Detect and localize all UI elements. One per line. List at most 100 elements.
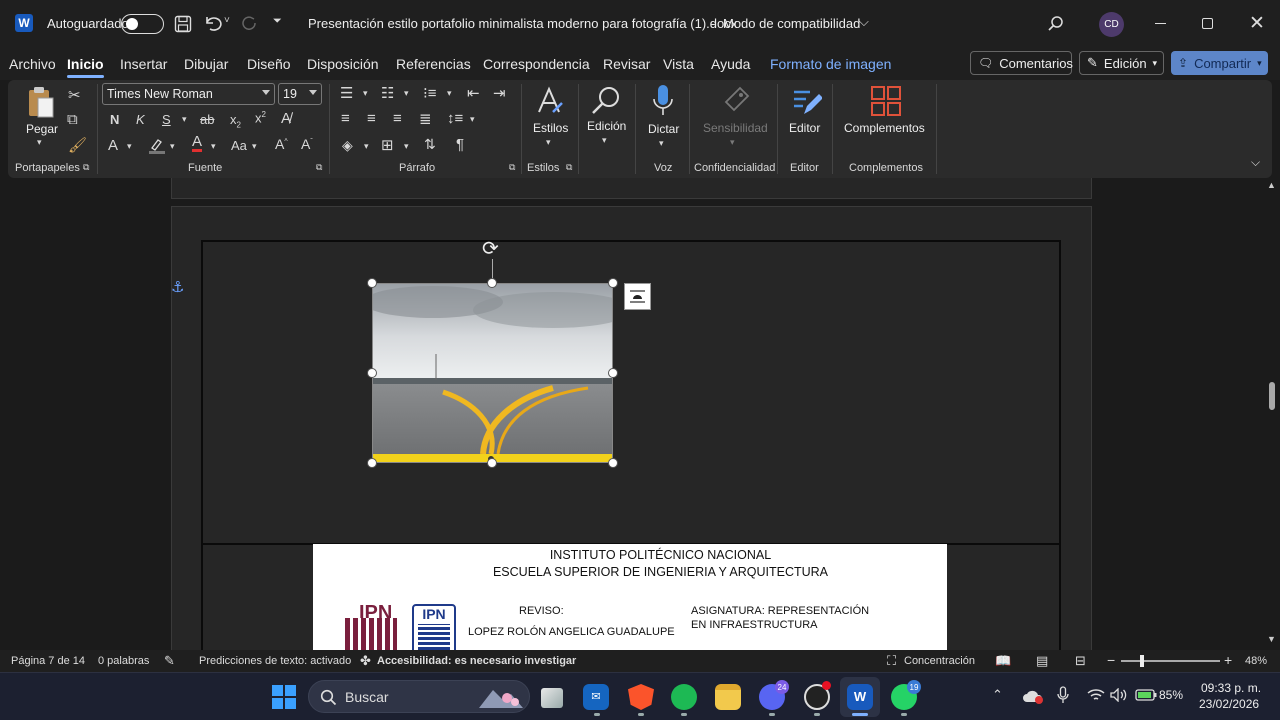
rotate-icon[interactable]: ⟳: [482, 236, 499, 261]
taskbar-search[interactable]: Buscar: [308, 680, 530, 713]
borders-icon[interactable]: ⊞: [381, 136, 394, 154]
zoom-out-icon[interactable]: −: [1107, 652, 1115, 668]
tab-archivo[interactable]: Archivo: [9, 56, 56, 72]
line-spacing-icon[interactable]: ↕≡: [447, 110, 463, 127]
outlook-calendar-icon[interactable]: ✉: [583, 684, 609, 710]
tab-dibujar[interactable]: Dibujar: [184, 56, 228, 72]
tab-formato-de-imagen[interactable]: Formato de imagen: [770, 56, 891, 72]
zoom-slider-thumb[interactable]: [1140, 655, 1144, 667]
zoom-in-icon[interactable]: +: [1224, 652, 1232, 668]
paragraph-launcher-icon[interactable]: ⧉: [509, 162, 515, 173]
resize-handle-sw[interactable]: [367, 458, 377, 468]
font-launcher-icon[interactable]: ⧉: [316, 162, 322, 173]
page-count[interactable]: Página 7 de 14: [11, 655, 85, 667]
title-chevron-down-icon[interactable]: ⌵: [859, 14, 869, 30]
task-view-icon[interactable]: [541, 688, 563, 708]
zoom-slider[interactable]: [1121, 655, 1220, 667]
save-icon[interactable]: [174, 15, 192, 33]
format-painter-icon[interactable]: 🖌: [68, 136, 87, 154]
tab-correspondencia[interactable]: Correspondencia: [483, 56, 590, 72]
resize-handle-se[interactable]: [608, 458, 618, 468]
restore-icon[interactable]: [1202, 18, 1213, 29]
layout-options-button[interactable]: [624, 283, 651, 310]
highlight-chevron-icon[interactable]: ▾: [170, 141, 175, 152]
onedrive-icon[interactable]: [1022, 688, 1044, 704]
resize-handle-s[interactable]: [487, 458, 497, 468]
paste-label[interactable]: Pegar: [26, 122, 58, 136]
shrink-font-icon[interactable]: Aˇ: [301, 136, 313, 152]
close-icon[interactable]: ✕: [1249, 12, 1265, 35]
numbering-chevron-icon[interactable]: ▾: [404, 88, 409, 99]
word-logo-icon[interactable]: W: [15, 14, 33, 32]
tab-inicio[interactable]: Inicio: [67, 56, 104, 78]
collapse-ribbon-icon[interactable]: ⌵: [1251, 155, 1260, 170]
editing-chevron-icon[interactable]: ▾: [602, 135, 607, 146]
increase-indent-icon[interactable]: ⇥: [493, 84, 506, 102]
clipboard-launcher-icon[interactable]: ⧉: [83, 162, 89, 173]
accessibility-icon[interactable]: ✤: [360, 653, 371, 669]
compatibility-mode[interactable]: Modo de compatibilidad: [723, 16, 860, 31]
bullets-icon[interactable]: ☰: [340, 84, 353, 102]
sort-icon[interactable]: ⇅: [424, 136, 436, 153]
show-hidden-icons-icon[interactable]: ⌃: [992, 687, 1003, 703]
font-color-icon[interactable]: A: [192, 134, 203, 152]
undo-icon[interactable]: [203, 14, 223, 32]
borders-chevron-icon[interactable]: ▾: [404, 141, 409, 152]
volume-icon[interactable]: [1110, 688, 1128, 702]
highlight-color-icon[interactable]: [148, 137, 166, 155]
find-icon[interactable]: [590, 84, 622, 116]
addins-icon[interactable]: [871, 86, 901, 116]
font-size-caret-icon[interactable]: [309, 90, 317, 95]
font-name-combobox[interactable]: Times New Roman: [102, 83, 275, 105]
autosave-toggle[interactable]: [121, 14, 164, 34]
tab-referencias[interactable]: Referencias: [396, 56, 471, 72]
dictate-chevron-icon[interactable]: ▾: [659, 138, 664, 149]
copy-icon[interactable]: ⧉: [67, 111, 78, 128]
font-color-chevron-icon[interactable]: ▾: [211, 141, 216, 152]
change-case-button[interactable]: Aa: [231, 138, 247, 153]
customize-toolbar-icon[interactable]: ⏷: [273, 15, 282, 28]
editing-label[interactable]: Edición: [587, 119, 626, 133]
battery-icon[interactable]: [1135, 689, 1157, 701]
resize-handle-e[interactable]: [608, 368, 618, 378]
focus-icon[interactable]: ⛶: [887, 653, 896, 669]
underline-button[interactable]: S: [162, 112, 171, 127]
bold-button[interactable]: N: [110, 112, 119, 127]
microphone-tray-icon[interactable]: [1057, 686, 1069, 704]
undo-dropdown-icon[interactable]: ˅: [224, 15, 230, 26]
italic-button[interactable]: K: [136, 112, 145, 127]
paste-icon[interactable]: [26, 86, 56, 120]
clock-date[interactable]: 23/02/2026: [1199, 697, 1259, 711]
editor-label[interactable]: Editor: [789, 121, 820, 135]
styles-label[interactable]: Estilos: [533, 121, 568, 135]
cut-icon[interactable]: ✂: [68, 86, 81, 104]
tab-ayuda[interactable]: Ayuda: [711, 56, 750, 72]
resize-handle-ne[interactable]: [608, 278, 618, 288]
tab-vista[interactable]: Vista: [663, 56, 694, 72]
print-layout-icon[interactable]: ▤: [1036, 653, 1048, 669]
change-case-chevron-icon[interactable]: ▾: [252, 141, 257, 152]
font-size-combobox[interactable]: 19: [278, 83, 322, 105]
selected-photo[interactable]: [372, 283, 613, 463]
multilevel-list-icon[interactable]: ⁝≡: [423, 84, 437, 102]
text-predictions[interactable]: Predicciones de texto: activado: [199, 655, 351, 667]
decrease-indent-icon[interactable]: ⇤: [467, 84, 480, 102]
word-count[interactable]: 0 palabras: [98, 655, 149, 667]
subscript-icon[interactable]: x2: [230, 112, 241, 130]
spotify-icon[interactable]: [671, 684, 697, 710]
shading-chevron-icon[interactable]: ▾: [364, 141, 369, 152]
word-taskbar-icon[interactable]: W: [847, 684, 873, 710]
dictate-label[interactable]: Dictar: [648, 122, 679, 136]
underline-chevron-icon[interactable]: ▾: [182, 114, 187, 125]
show-marks-icon[interactable]: ¶: [456, 136, 464, 153]
numbering-icon[interactable]: ☷: [381, 84, 394, 102]
align-center-icon[interactable]: ≡: [367, 110, 376, 127]
tab-disposicion[interactable]: Disposición: [307, 56, 379, 72]
paste-chevron-icon[interactable]: ▾: [37, 137, 42, 148]
superscript-icon[interactable]: x2: [255, 110, 266, 125]
wifi-icon[interactable]: [1087, 688, 1105, 702]
search-icon[interactable]: [1047, 15, 1064, 32]
web-layout-icon[interactable]: ⊟: [1075, 653, 1086, 669]
accessibility-status[interactable]: Accesibilidad: es necesario investigar: [377, 655, 576, 667]
font-name-caret-icon[interactable]: [262, 90, 270, 95]
